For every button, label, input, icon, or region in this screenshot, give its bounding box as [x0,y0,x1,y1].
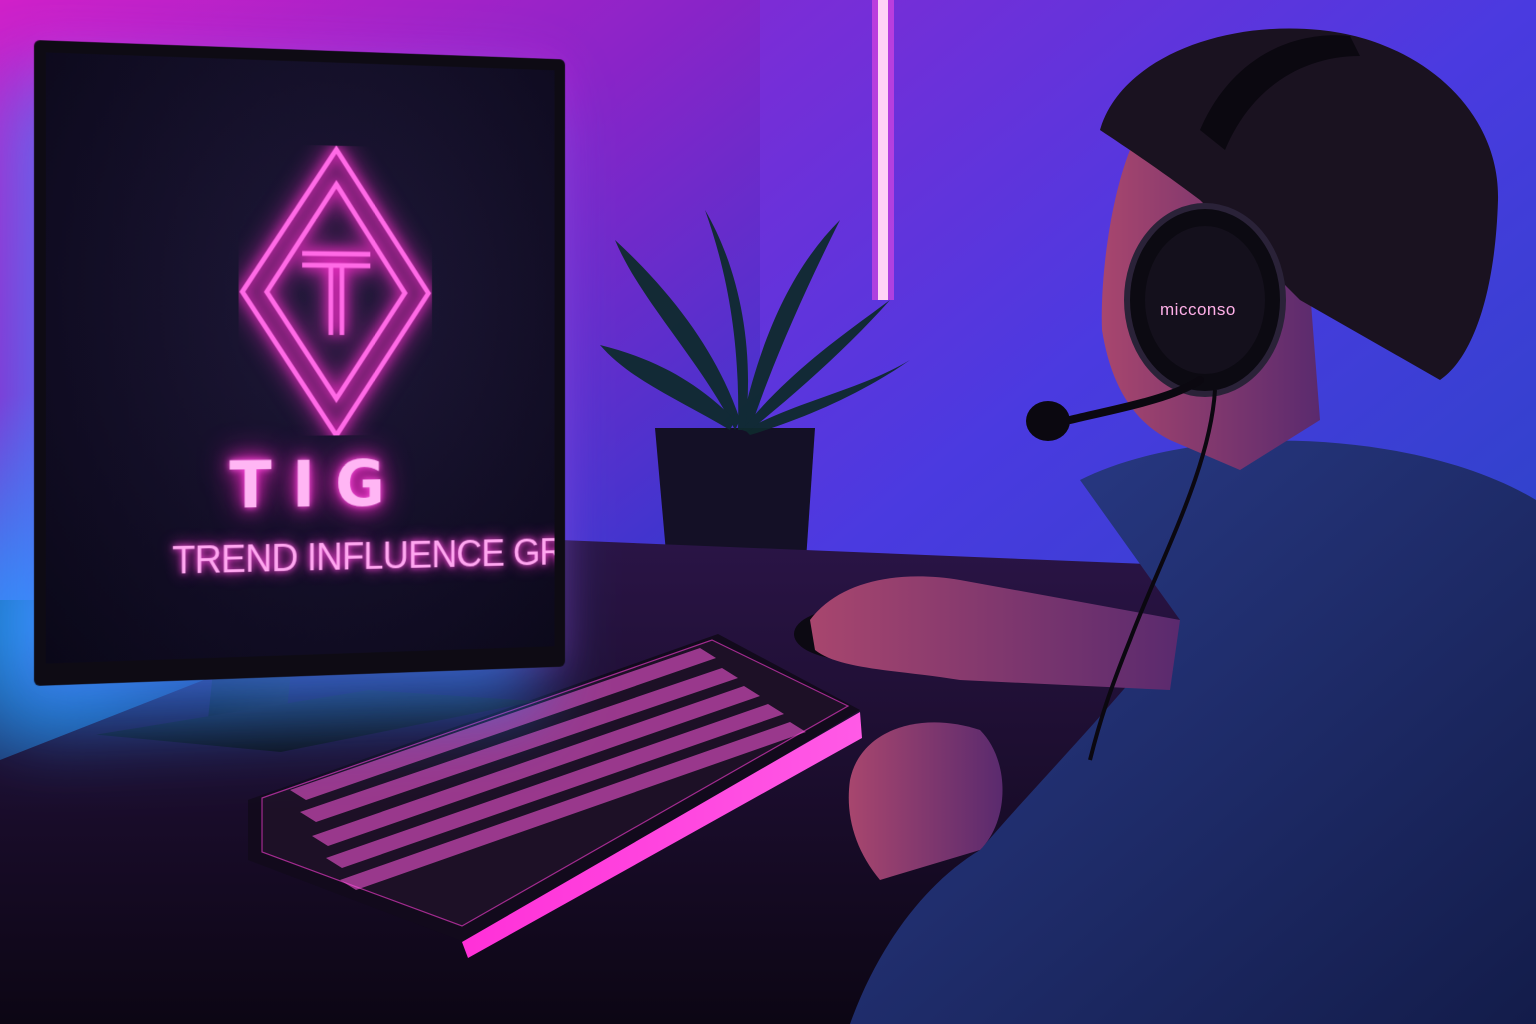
monitor-screen: TIG TREND INFLUENCE GROUP [45,52,555,664]
logo-abbreviation: TIG [229,446,405,524]
headset-brand-label: micconso [1160,300,1236,319]
gaming-room-scene: TIG TREND INFLUENCE GROUP micconso [0,0,1536,1024]
logo-company-name: TREND INFLUENCE GROUP [172,529,555,583]
monitor: TIG TREND INFLUENCE GROUP [34,40,566,686]
tig-diamond-logo-icon [239,143,432,436]
